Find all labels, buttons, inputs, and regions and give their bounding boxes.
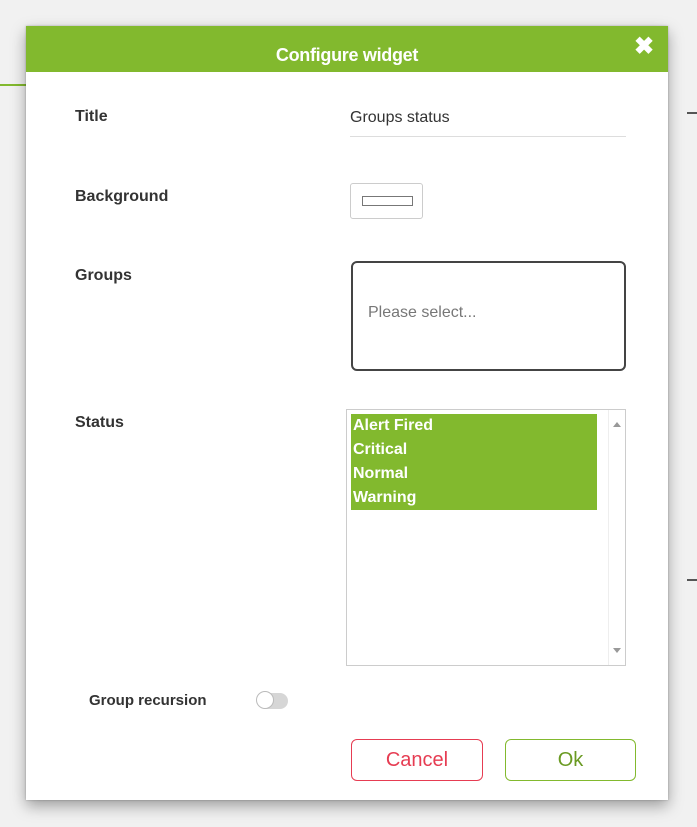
status-options: Alert Fired Critical Normal Warning [351,414,597,510]
background-label: Background [75,188,169,205]
color-swatch [362,196,413,206]
title-label: Title [75,108,108,125]
status-scrollbar[interactable] [608,410,625,665]
close-icon[interactable]: ✖ [634,35,654,59]
status-option[interactable]: Normal [351,462,597,486]
chevron-up-icon[interactable] [613,422,621,427]
status-option[interactable]: Critical [351,438,597,462]
groups-label: Groups [75,267,132,284]
group-recursion-label: Group recursion [89,692,207,709]
status-multiselect[interactable]: Alert Fired Critical Normal Warning [346,409,626,666]
groups-placeholder: Please select... [368,304,477,321]
group-recursion-toggle[interactable] [256,691,288,709]
status-option[interactable]: Alert Fired [351,414,597,438]
dialog-titlebar: Configure widget ✖ [26,26,668,72]
status-label: Status [75,414,124,431]
status-option[interactable]: Warning [351,486,597,510]
background-dash [687,112,697,114]
groups-select[interactable]: Please select... [351,261,626,371]
toggle-knob [256,691,274,709]
background-color-picker[interactable] [350,183,423,219]
dialog-title: Configure widget [275,45,419,65]
ok-button[interactable]: Ok [505,739,636,781]
chevron-down-icon[interactable] [613,648,621,653]
configure-widget-dialog: Configure widget ✖ Title Background Grou… [26,26,668,800]
title-input[interactable] [350,104,626,137]
background-dash [687,579,697,581]
cancel-button[interactable]: Cancel [351,739,483,781]
